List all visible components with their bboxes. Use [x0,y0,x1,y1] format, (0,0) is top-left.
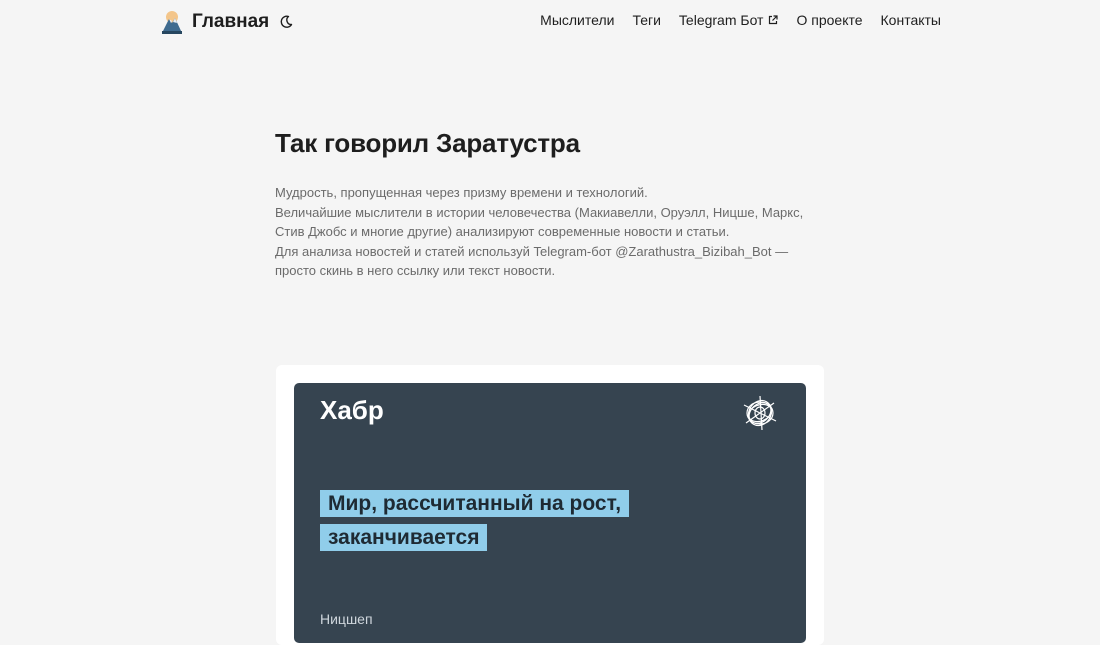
article-cover[interactable]: Хабр Мир, рассчитанный на рост, заканчив… [294,383,806,643]
source-logo: Хабр [320,395,384,425]
article-author: Ницшеп [320,611,373,627]
moon-icon[interactable] [279,15,293,29]
brand[interactable]: Главная [160,8,293,36]
nav-tags[interactable]: Теги [632,12,660,28]
article-headline: Мир, рассчитанный на рост, заканчивается [320,487,640,555]
external-link-icon [769,15,779,25]
nav-label: Мыслители [540,12,615,28]
page-title: Так говорил Заратустра [275,128,580,158]
nav-label: О проекте [796,12,863,28]
main-nav: Мыслители Теги Telegram Бот О проекте Ко… [540,12,941,28]
nav-label: Контакты [880,12,941,28]
mountain-logo-icon [162,11,182,34]
nav-telegram-bot[interactable]: Telegram Бот [679,12,779,28]
hero-line: Величайшие мыслители в истории человечес… [275,204,804,240]
nav-thinkers[interactable]: Мыслители [540,12,614,28]
scribble-ball-icon [743,395,777,431]
article-card[interactable]: Хабр Мир, рассчитанный на рост, заканчив… [276,365,824,645]
nav-about[interactable]: О проекте [796,12,862,28]
hero-section: Так говорил Заратустра Мудрость, пропуще… [275,128,815,281]
headline-text: Мир, рассчитанный на рост, заканчивается [320,490,630,551]
nav-contacts[interactable]: Контакты [881,12,941,28]
nav-label: Теги [632,12,661,28]
home-link[interactable]: Главная [192,11,269,33]
hero-line: Для анализа новостей и статей используй … [275,243,789,279]
hero-line: Мудрость, пропущенная через призму време… [275,185,648,200]
hero-description: Мудрость, пропущенная через призму време… [275,183,815,281]
nav-label: Telegram Бот [678,12,764,28]
site-header: Главная Мыслители Теги Telegram Бот О пр… [0,0,1100,44]
